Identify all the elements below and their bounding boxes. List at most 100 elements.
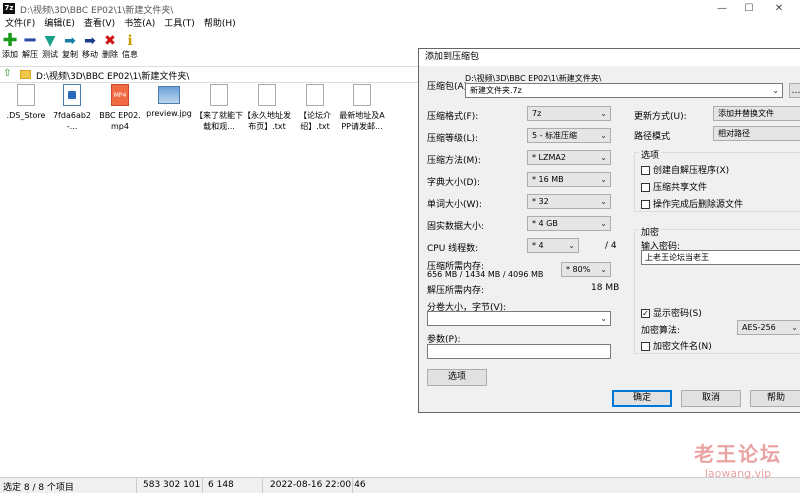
up-folder-icon[interactable]: ⇧ (3, 68, 11, 79)
add-to-archive-dialog: 添加到压缩包 压缩包(A) D:\视频\3D\BBC EP02\1\新建文件夹\… (418, 48, 800, 413)
path-mode-label: 路径模式 (634, 132, 671, 142)
create-sfx-checkbox[interactable]: 创建自解压程序(X) (641, 163, 729, 176)
toolbar: ✚ 添加 ━ 解压 ▼ 测试 ➡ 复制 ➡ 移动 ✖ 删除 ℹ 信息 (0, 32, 420, 62)
checkbox-box: ✓ (641, 309, 650, 318)
video-file-icon: MP4 (111, 84, 129, 106)
encrypt-names-label: 加密文件名(N) (653, 342, 712, 352)
encryption-method-label: 加密算法: (641, 326, 681, 336)
chevron-down-icon: ⌄ (600, 175, 607, 184)
cpu-threads-value: * 4 (532, 241, 544, 250)
file-item[interactable]: 最新地址及APP请发邮... (338, 84, 386, 132)
file-item[interactable]: preview.jpg (145, 84, 193, 119)
checkbox-box (641, 200, 650, 209)
address-bar: ⇧ D:\视频\3D\BBC EP02\1\新建文件夹\ (0, 66, 420, 83)
address-path[interactable]: D:\视频\3D\BBC EP02\1\新建文件夹\ (36, 69, 189, 82)
level-select[interactable]: 5 - 标准压缩 ⌄ (527, 128, 611, 143)
file-icon (306, 84, 324, 106)
options-button[interactable]: 选项 (427, 369, 487, 386)
delete-after-checkbox[interactable]: 操作完成后删除源文件 (641, 197, 743, 210)
window-title: D:\视频\3D\BBC EP02\1\新建文件夹\ (20, 6, 174, 16)
file-item[interactable]: 【永久地址发布页】.txt (243, 84, 291, 132)
update-mode-value: 添加并替换文件 (718, 109, 774, 118)
show-password-checkbox[interactable]: ✓ 显示密码(S) (641, 306, 702, 319)
decompress-memory-label: 解压所需内存: (427, 286, 485, 296)
close-icon[interactable]: ✕ (765, 0, 793, 17)
file-name: 7fda6ab2-... (52, 111, 92, 131)
compress-shared-label: 压缩共享文件 (653, 183, 708, 193)
encrypt-names-checkbox[interactable]: 加密文件名(N) (641, 339, 712, 352)
split-volume-combo[interactable]: ⌄ (427, 311, 611, 326)
file-item[interactable]: .DS_Store (2, 84, 50, 121)
help-button[interactable]: 帮助 (750, 390, 800, 407)
archive-name-combo[interactable]: 新建文件夹.7z ⌄ (465, 83, 783, 98)
path-mode-select[interactable]: 相对路径 (713, 126, 800, 141)
status-packed-size: 6 148 (208, 480, 234, 490)
chevron-down-icon: ⌄ (772, 86, 779, 95)
cancel-button[interactable]: 取消 (681, 390, 741, 407)
chevron-down-icon: ⌄ (600, 219, 607, 228)
update-mode-select[interactable]: 添加并替换文件 (713, 106, 800, 121)
word-size-select[interactable]: * 32 ⌄ (527, 194, 611, 209)
menu-tools[interactable]: 工具(T) (164, 17, 195, 32)
info-icon: ℹ (127, 33, 133, 49)
image-file-icon (158, 86, 180, 104)
menu-bar: 文件(F) 编辑(E) 查看(V) 书签(A) 工具(T) 帮助(H) (0, 17, 800, 32)
delete-icon: ✖ (104, 33, 116, 49)
file-item[interactable]: MP4 BBC EP02.mp4 (96, 84, 144, 132)
menu-help[interactable]: 帮助(H) (204, 17, 236, 32)
word-size-label: 单词大小(W): (427, 200, 482, 210)
dictionary-select[interactable]: * 16 MB ⌄ (527, 172, 611, 187)
menu-edit[interactable]: 编辑(E) (44, 17, 75, 32)
update-mode-label: 更新方式(U): (634, 112, 687, 122)
file-item[interactable]: 【论坛介绍】.txt (291, 84, 339, 132)
file-icon (17, 84, 35, 106)
show-password-label: 显示密码(S) (653, 309, 702, 319)
chevron-down-icon: ⌄ (600, 131, 607, 140)
move-icon: ➡ (84, 33, 96, 49)
file-name: preview.jpg (146, 109, 192, 118)
options-group-title: 选项 (639, 148, 662, 161)
method-select[interactable]: * LZMA2 ⌄ (527, 150, 611, 165)
chevron-down-icon: ⌄ (791, 323, 798, 332)
delete-after-label: 操作完成后删除源文件 (653, 200, 744, 210)
format-value: 7z (532, 109, 542, 118)
chevron-down-icon: ⌄ (600, 153, 607, 162)
status-selection: 选定 8 / 8 个项目 (3, 483, 74, 493)
pdf-file-icon (63, 84, 81, 106)
file-list: .DS_Store 7fda6ab2-... MP4 BBC EP02.mp4 … (0, 84, 420, 464)
file-name: BBC EP02.mp4 (99, 111, 141, 131)
dictionary-label: 字典大小(D): (427, 178, 480, 188)
menu-view[interactable]: 查看(V) (84, 17, 115, 32)
file-icon (353, 84, 371, 106)
memory-percent-value: * 80% (566, 265, 591, 274)
format-select[interactable]: 7z ⌄ (527, 106, 611, 121)
maximize-icon[interactable]: ☐ (735, 0, 763, 17)
cpu-threads-select[interactable]: * 4 ⌄ (527, 238, 579, 253)
minimize-icon[interactable]: — (708, 0, 736, 17)
solid-size-value: * 4 GB (532, 219, 558, 228)
parameters-input[interactable] (427, 344, 611, 359)
solid-size-select[interactable]: * 4 GB ⌄ (527, 216, 611, 231)
file-item[interactable]: 【来了就能下载和观... (195, 84, 243, 132)
memory-percent-select[interactable]: * 80% ⌄ (561, 262, 611, 277)
info-button[interactable]: ℹ 信息 (120, 32, 140, 60)
browse-button[interactable]: … (789, 83, 800, 98)
compress-shared-checkbox[interactable]: 压缩共享文件 (641, 180, 707, 193)
chevron-down-icon: ⌄ (600, 109, 607, 118)
file-item[interactable]: 7fda6ab2-... (48, 84, 96, 132)
method-value: * LZMA2 (532, 153, 566, 162)
menu-bookmarks[interactable]: 书签(A) (124, 17, 155, 32)
password-input[interactable]: 上老王论坛当老王 (641, 250, 800, 265)
info-label: 信息 (122, 50, 138, 59)
decompress-memory-value: 18 MB (591, 283, 620, 293)
archive-label: 压缩包(A) (427, 82, 468, 92)
copy-icon: ➡ (64, 33, 76, 49)
7z-app-icon: 7z (3, 3, 15, 14)
ok-button[interactable]: 确定 (612, 390, 672, 407)
chevron-down-icon: ⌄ (600, 197, 607, 206)
dialog-title: 添加到压缩包 (419, 49, 800, 66)
file-name: 【永久地址发布页】.txt (243, 111, 291, 131)
encryption-method-select[interactable]: AES-256 ⌄ (737, 320, 800, 335)
test-icon: ▼ (44, 33, 56, 49)
encryption-group-title: 加密 (639, 225, 662, 238)
